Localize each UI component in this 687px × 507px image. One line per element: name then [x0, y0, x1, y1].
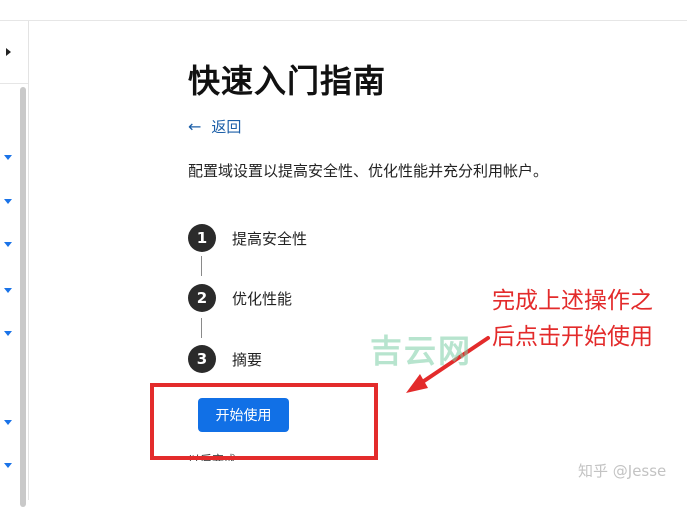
annotation-text: 完成上述操作之后点击开始使用	[492, 288, 653, 350]
site-watermark: 吉云网	[370, 332, 473, 370]
annotation-arrow	[406, 336, 490, 393]
credit-watermark: 知乎 @Jesse	[578, 462, 667, 480]
